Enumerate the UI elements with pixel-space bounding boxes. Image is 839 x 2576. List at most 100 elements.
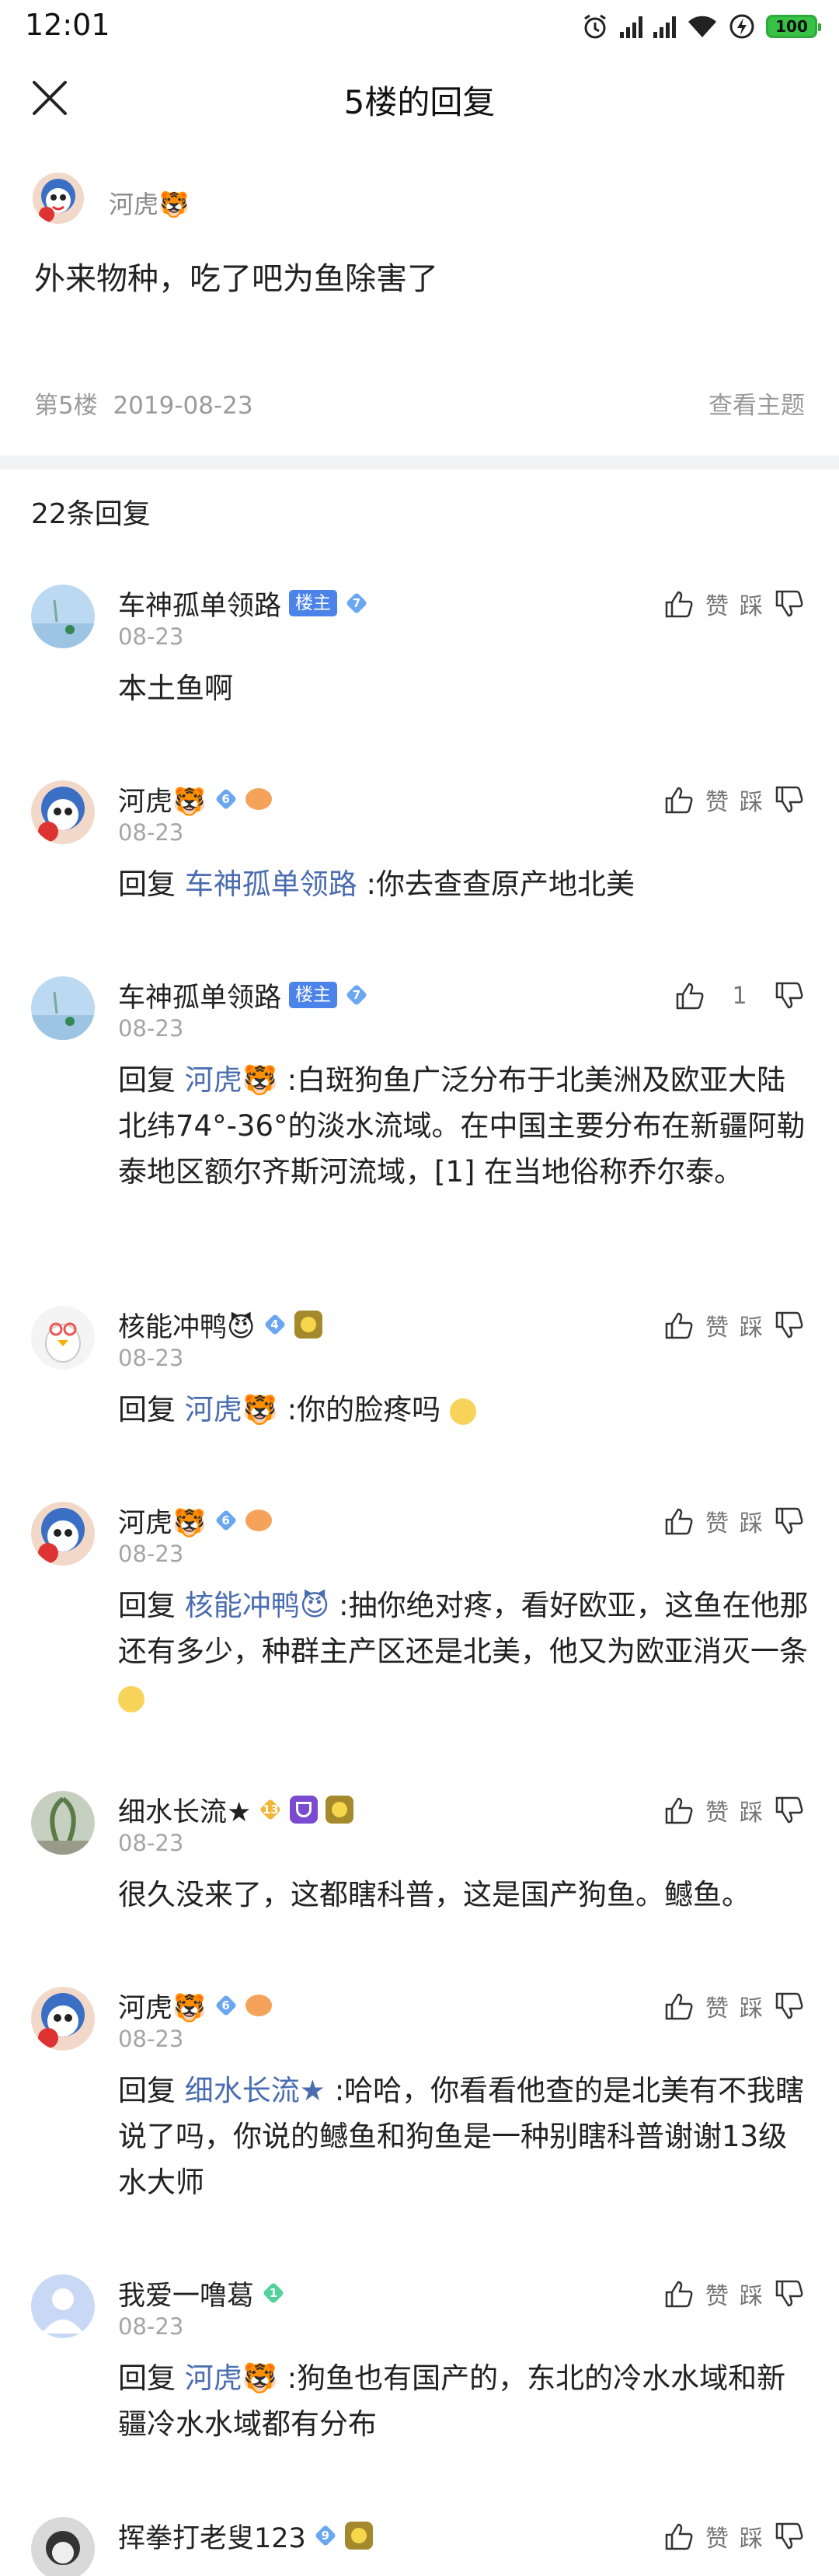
- view-topic-link[interactable]: 查看主题: [708, 386, 805, 421]
- medal-icon: [245, 1510, 272, 1531]
- reply-author[interactable]: 河虎🐯: [118, 780, 207, 819]
- dislike-label[interactable]: 踩: [740, 1504, 763, 1538]
- like-label[interactable]: 赞: [705, 1793, 729, 1827]
- reply-author[interactable]: 核能冲鸭😈: [118, 1305, 256, 1345]
- reply-actions: 赞踩: [663, 1987, 805, 2026]
- like-label[interactable]: 赞: [705, 1989, 729, 2023]
- emoji-icon: [118, 1685, 144, 1712]
- reply-header: 我爱一噜葛 1: [118, 2274, 285, 2312]
- reply-author[interactable]: 河虎🐯: [118, 1986, 207, 2026]
- dislike-icon[interactable]: [774, 980, 805, 1011]
- avatar[interactable]: [31, 1502, 95, 1565]
- dislike-icon[interactable]: [774, 1506, 805, 1537]
- dislike-icon[interactable]: [774, 1795, 805, 1826]
- avatar[interactable]: [31, 2274, 95, 2338]
- reply-date: 08-23: [118, 2313, 184, 2340]
- original-post: 河虎🐯 外来物种，吃了吧为鱼除害了 第5楼 2019-08-23 查看主题: [0, 145, 839, 456]
- like-icon[interactable]: [663, 1991, 695, 2022]
- reply-item: 细水长流★ 13 08-23 很久没来了，这都瞎科普，这是国产狗鱼。鳡鱼。 赞踩: [0, 1791, 839, 1915]
- dislike-icon[interactable]: [774, 1991, 805, 2022]
- reply-text: 回复 河虎🐯 :白斑狗鱼广泛分布于北美洲及欧亚大陆北纬74°-36°的淡水流域。…: [118, 1063, 806, 1189]
- reply-date: 08-23: [118, 819, 184, 846]
- avatar[interactable]: [31, 1791, 95, 1855]
- reply-date: 08-23: [118, 1541, 184, 1567]
- dislike-label[interactable]: 踩: [740, 1308, 763, 1342]
- reply-actions: 1: [674, 976, 805, 1015]
- host-badge: 楼主: [289, 590, 338, 616]
- medal-icon: [245, 788, 272, 810]
- mention-link[interactable]: 河虎🐯: [185, 1393, 278, 1426]
- post-meta: 第5楼 2019-08-23: [34, 386, 253, 421]
- like-count: 1: [732, 982, 747, 1010]
- like-icon[interactable]: [663, 2278, 695, 2309]
- reply-item: 我爱一噜葛 1 08-23 回复 河虎🐯 :狗鱼也有国产的，东北的冷水水域和新疆…: [0, 2274, 839, 2445]
- like-icon[interactable]: [663, 588, 695, 620]
- level-badge: 1: [262, 2281, 285, 2305]
- like-label[interactable]: 赞: [705, 2519, 729, 2553]
- avatar[interactable]: [31, 585, 95, 648]
- mention-link[interactable]: 河虎🐯: [185, 2361, 278, 2395]
- level-badge: 13: [259, 1798, 282, 1821]
- like-label[interactable]: 赞: [705, 1308, 729, 1342]
- level-badge: 6: [214, 1509, 238, 1532]
- like-label[interactable]: 赞: [705, 1504, 729, 1538]
- like-icon[interactable]: [663, 1506, 695, 1537]
- dislike-label[interactable]: 踩: [740, 2277, 763, 2311]
- reply-author[interactable]: 车神孤单领路: [118, 584, 281, 623]
- dislike-icon[interactable]: [774, 588, 805, 620]
- emoji-icon: [449, 1398, 476, 1425]
- like-icon[interactable]: [663, 2521, 695, 2552]
- dislike-label[interactable]: 踩: [740, 783, 763, 817]
- section-divider: [0, 456, 839, 469]
- dislike-icon[interactable]: [774, 1310, 805, 1341]
- reply-header: 河虎🐯 6: [118, 1502, 272, 1539]
- dislike-label[interactable]: 踩: [740, 1989, 763, 2023]
- dislike-icon[interactable]: [774, 784, 805, 815]
- avatar[interactable]: [31, 1306, 95, 1370]
- like-label[interactable]: 赞: [705, 587, 729, 621]
- avatar[interactable]: [31, 2517, 95, 2576]
- like-icon[interactable]: [663, 784, 695, 815]
- dislike-icon[interactable]: [774, 2521, 805, 2552]
- like-label[interactable]: 赞: [705, 783, 729, 817]
- status-icons: 100: [581, 11, 821, 42]
- reply-item: 车神孤单领路 楼主 7 08-23 本土鱼啊 赞踩: [0, 585, 839, 709]
- page-title: 5楼的回复: [343, 83, 496, 121]
- mention-link[interactable]: 细水长流★: [185, 2074, 326, 2107]
- reply-author[interactable]: 挥拳打老叟123: [118, 2517, 306, 2556]
- reply-actions: 赞踩: [663, 585, 805, 623]
- reply-author[interactable]: 我爱一噜葛: [118, 2274, 254, 2313]
- reply-text: 回复 河虎🐯 :狗鱼也有国产的，东北的冷水水域和新疆冷水水域都有分布: [118, 2361, 786, 2441]
- dislike-label[interactable]: 踩: [740, 2519, 763, 2553]
- reply-text: 回复 车神孤单领路 :你去查查原产地北美: [118, 867, 635, 901]
- post-author[interactable]: 河虎🐯: [109, 185, 190, 221]
- reply-actions: 赞踩: [663, 1791, 805, 1830]
- dislike-icon[interactable]: [774, 2278, 805, 2309]
- medal-icon: [294, 1311, 322, 1339]
- reply-date: 08-23: [118, 1015, 184, 1042]
- reply-text: 回复 河虎🐯 :你的脸疼吗: [118, 1387, 809, 1433]
- like-icon[interactable]: [674, 980, 705, 1011]
- like-label[interactable]: 赞: [705, 2277, 729, 2311]
- reply-author[interactable]: 细水长流★: [118, 1790, 251, 1830]
- dislike-label[interactable]: 踩: [740, 587, 763, 621]
- reply-date: 08-23: [118, 623, 184, 650]
- avatar[interactable]: [33, 173, 84, 224]
- reply-author[interactable]: 车神孤单领路: [118, 976, 281, 1015]
- like-icon[interactable]: [663, 1310, 695, 1341]
- like-icon[interactable]: [663, 1795, 695, 1826]
- dislike-label[interactable]: 踩: [740, 1793, 763, 1827]
- mention-link[interactable]: 车神孤单领路: [185, 867, 357, 901]
- reply-date: 08-23: [118, 1830, 184, 1856]
- reply-date: 08-23: [118, 2026, 184, 2052]
- reply-header: 挥拳打老叟123 9: [118, 2517, 373, 2554]
- reply-item: 核能冲鸭😈 4 08-23 回复 河虎🐯 :你的脸疼吗 赞踩: [0, 1306, 839, 1430]
- reply-author[interactable]: 河虎🐯: [118, 1501, 207, 1541]
- reply-header: 车神孤单领路 楼主 7: [118, 585, 368, 622]
- host-badge: 楼主: [289, 982, 338, 1008]
- avatar[interactable]: [31, 976, 95, 1040]
- avatar[interactable]: [31, 780, 95, 844]
- mention-link[interactable]: 河虎🐯: [185, 1063, 278, 1097]
- avatar[interactable]: [31, 1987, 95, 2051]
- mention-link[interactable]: 核能冲鸭😈: [185, 1589, 330, 1622]
